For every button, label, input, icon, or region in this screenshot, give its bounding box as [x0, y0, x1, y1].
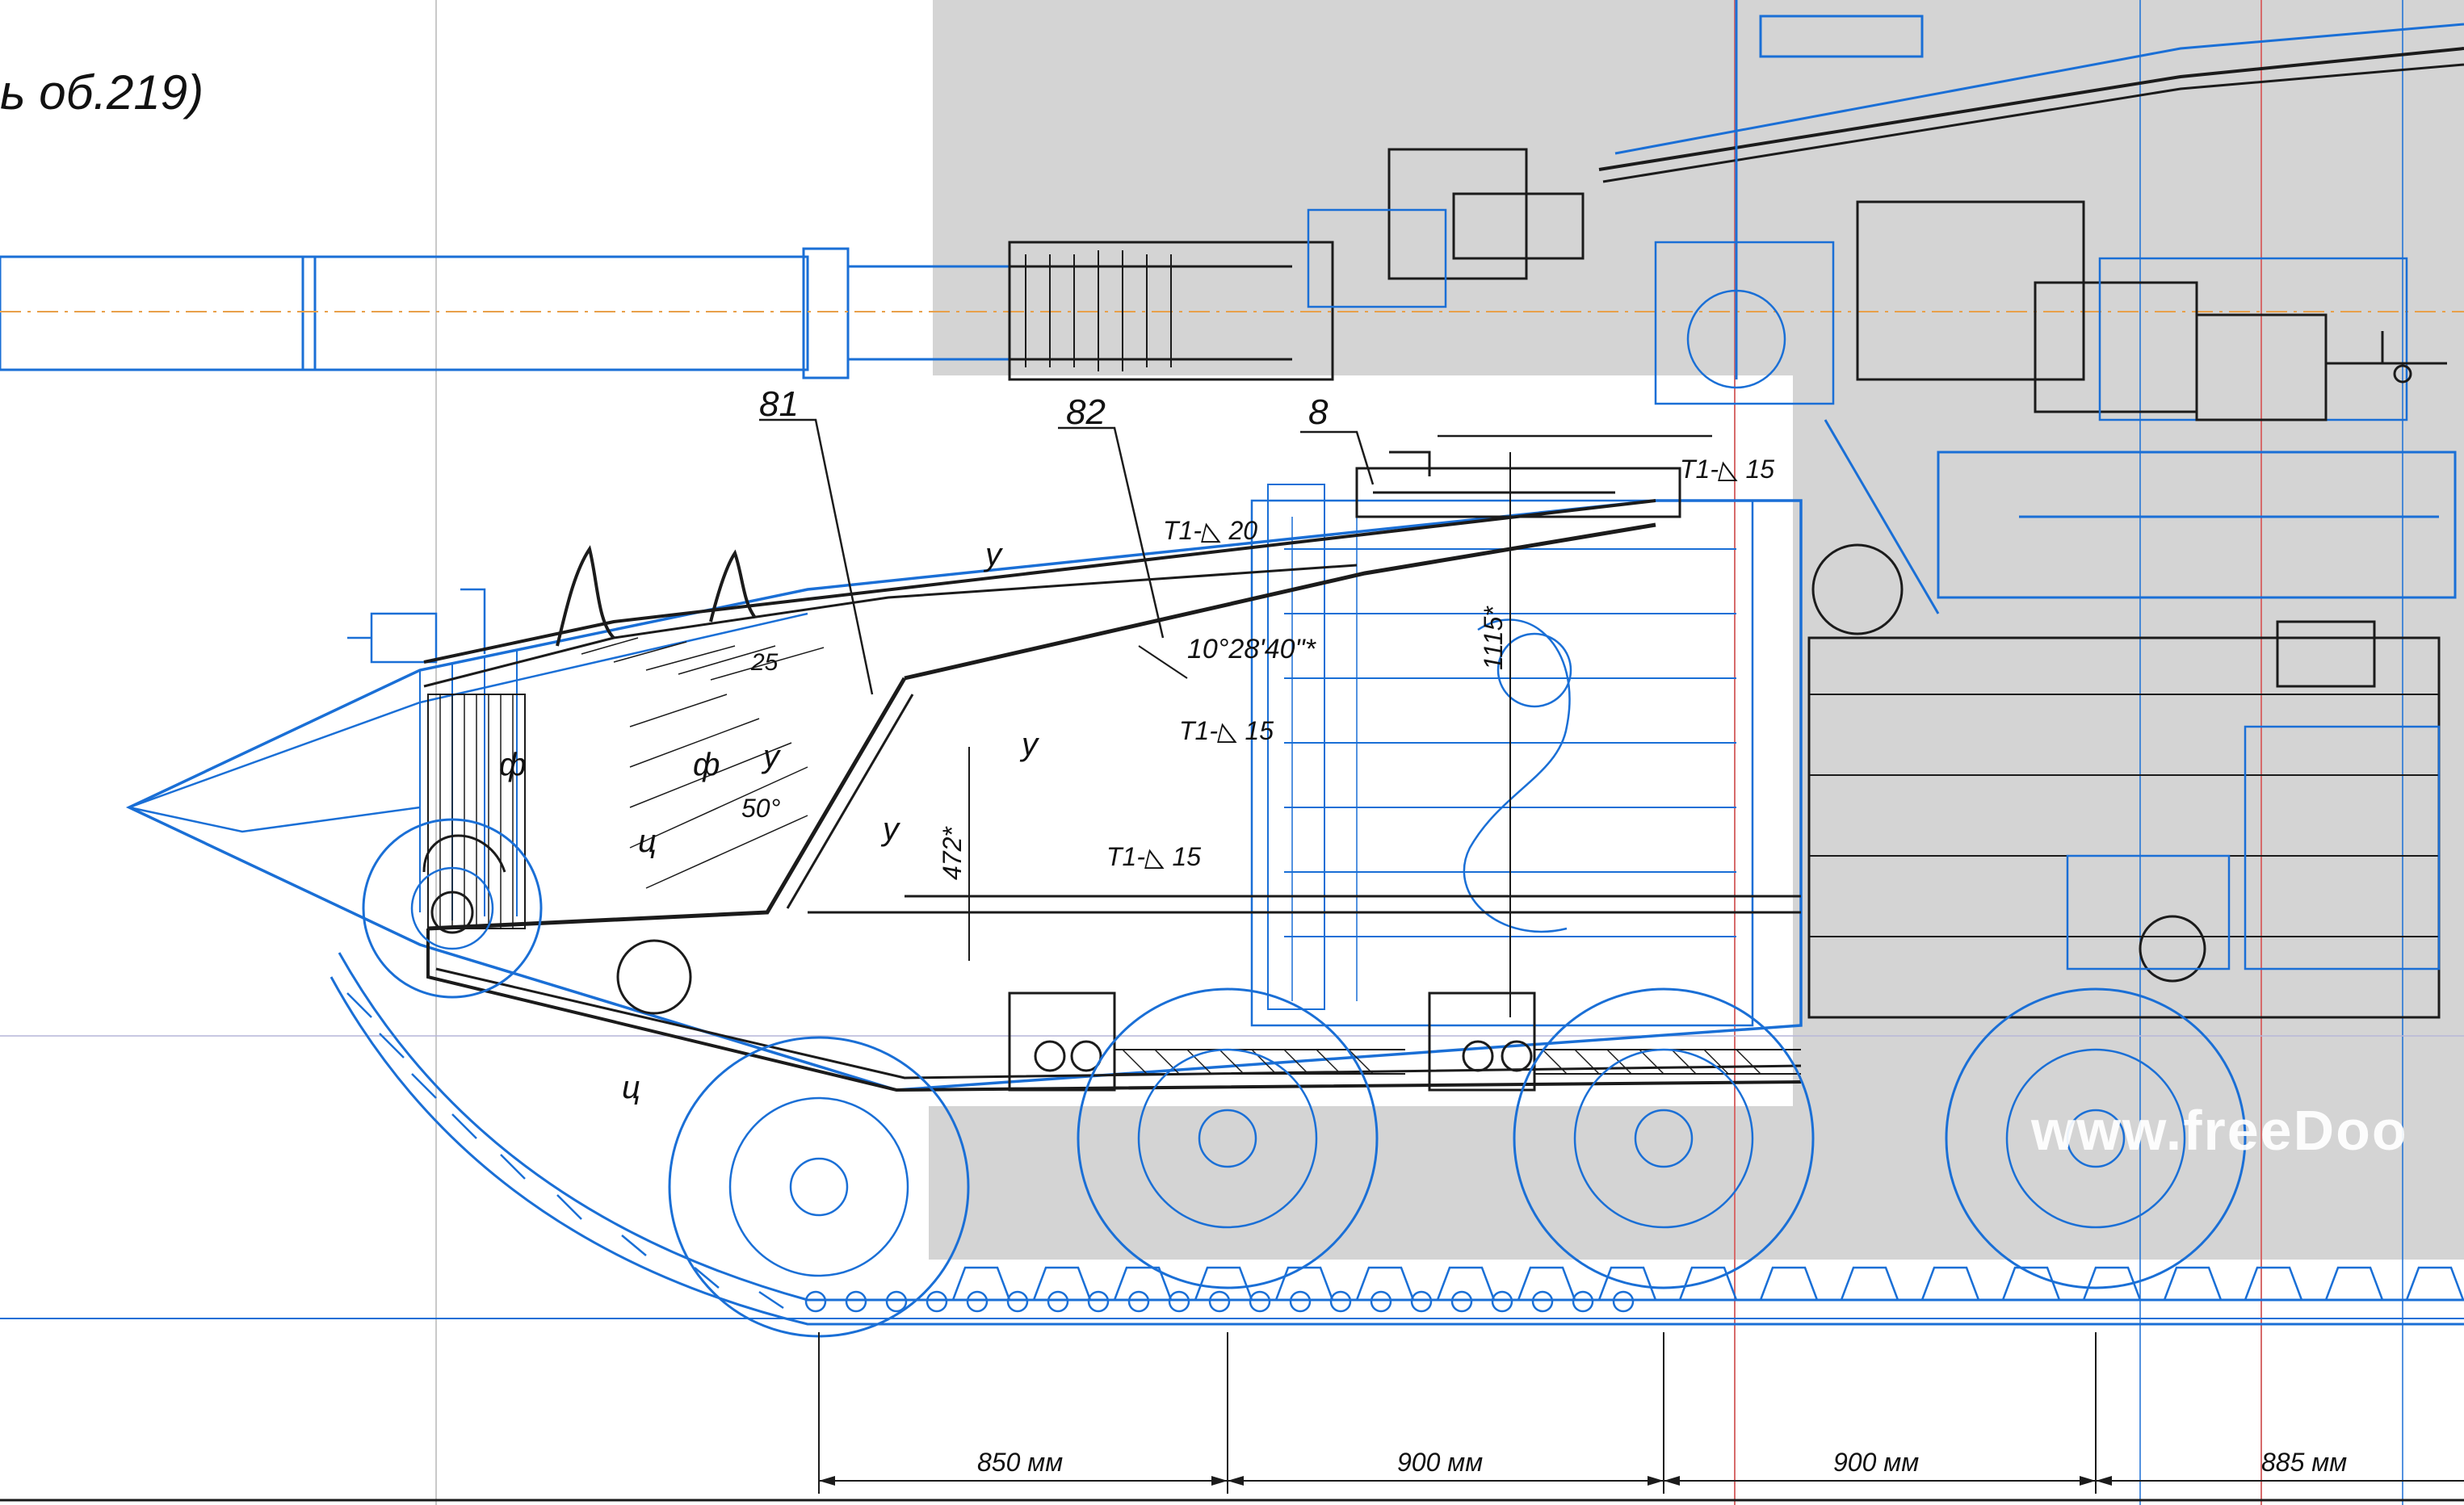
spacing-dimension-line [818, 1332, 2464, 1494]
height-dim-472: 472* [938, 826, 967, 880]
weld-mark: T1-◺ 15 [1179, 716, 1274, 745]
section-letter: у [880, 811, 901, 847]
section-letter: ц [622, 1070, 640, 1105]
callout-8: 8 [1308, 392, 1329, 432]
plate-thickness-label: 25 [750, 649, 779, 676]
tank-hull-blueprint: ь об.219) 81 82 8 T1-◺ 15 T1-◺ 20 T1-◺ 1… [0, 0, 2464, 1505]
weld-mark: T1-◺ 20 [1163, 516, 1257, 545]
weld-mark: T1-◺ 15 [1680, 455, 1774, 484]
section-letter: ф [693, 747, 720, 782]
spacing-dim-850: 850 мм [977, 1448, 1063, 1477]
section-letter: ф [499, 747, 526, 782]
spacing-dim-885: 885 мм [2261, 1448, 2347, 1477]
weld-mark: T1-◺ 15 [1106, 842, 1201, 871]
caption-text: ь об.219) [0, 65, 204, 119]
callout-81: 81 [759, 384, 799, 424]
section-letter: у [1019, 727, 1040, 762]
section-letter: ц [638, 824, 657, 859]
height-dim-1115: 1115* [1479, 606, 1508, 670]
watermark-text: www.freeDoo [2031, 1099, 2408, 1162]
section-letter: у [761, 739, 782, 774]
spacing-dim-900b: 900 мм [1833, 1448, 1919, 1477]
callout-82: 82 [1066, 392, 1106, 432]
spacing-dim-900a: 900 мм [1397, 1448, 1483, 1477]
slope-angle-label: 50° [741, 794, 781, 823]
section-letter: у [983, 537, 1004, 572]
angle-label: 10°28'40"* [1187, 634, 1317, 664]
